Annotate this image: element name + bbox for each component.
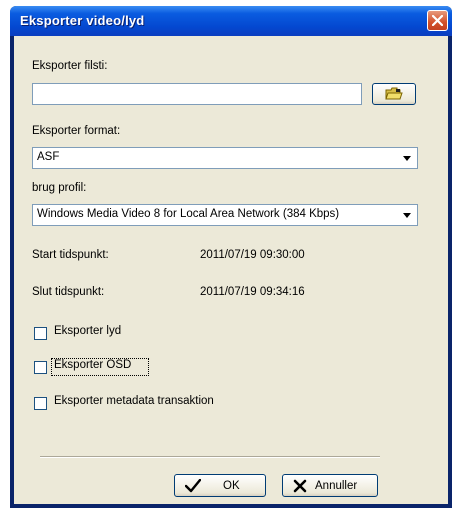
browse-button[interactable] bbox=[372, 83, 416, 105]
start-time-value: 2011/07/19 09:30:00 bbox=[200, 249, 305, 261]
ok-label: OK bbox=[223, 479, 240, 492]
export-format-label: Eksporter format: bbox=[32, 125, 121, 137]
chevron-down-icon[interactable] bbox=[399, 150, 415, 167]
title-bar[interactable]: Eksporter video/lyd bbox=[10, 6, 452, 36]
export-osd-label[interactable]: Eksporter OSD bbox=[54, 359, 131, 371]
folder-open-icon bbox=[385, 87, 403, 100]
cancel-label: Annuller bbox=[315, 479, 358, 492]
start-time-label: Start tidspunkt: bbox=[32, 249, 109, 261]
checkmark-icon bbox=[185, 478, 201, 492]
cancel-button[interactable]: Annuller bbox=[282, 474, 378, 497]
x-icon bbox=[293, 479, 307, 492]
end-time-value: 2011/07/19 09:34:16 bbox=[200, 286, 305, 298]
export-path-input[interactable] bbox=[32, 83, 362, 105]
export-metadata-label[interactable]: Eksporter metadata transaktion bbox=[54, 395, 214, 407]
export-audio-checkbox[interactable] bbox=[34, 327, 47, 340]
dialog-client-area: Eksporter filsti: Eksporter format: ASF … bbox=[14, 36, 448, 504]
ok-button[interactable]: OK bbox=[174, 474, 266, 497]
profile-value: Windows Media Video 8 for Local Area Net… bbox=[37, 208, 340, 220]
export-path-label: Eksporter filsti: bbox=[32, 60, 108, 72]
export-osd-checkbox[interactable] bbox=[34, 361, 47, 374]
end-time-label: Slut tidspunkt: bbox=[32, 286, 105, 298]
dialog-title: Eksporter video/lyd bbox=[20, 13, 145, 28]
profile-label: brug profil: bbox=[32, 182, 87, 194]
export-format-value: ASF bbox=[37, 151, 60, 163]
separator bbox=[40, 456, 380, 458]
export-dialog: Eksporter video/lyd Eksporter filsti: Ek… bbox=[10, 6, 452, 508]
export-metadata-checkbox[interactable] bbox=[34, 397, 47, 410]
profile-select[interactable]: Windows Media Video 8 for Local Area Net… bbox=[32, 204, 418, 226]
export-audio-label[interactable]: Eksporter lyd bbox=[54, 325, 121, 337]
export-format-select[interactable]: ASF bbox=[32, 147, 418, 169]
chevron-down-icon[interactable] bbox=[399, 207, 415, 224]
close-icon[interactable] bbox=[427, 10, 448, 31]
